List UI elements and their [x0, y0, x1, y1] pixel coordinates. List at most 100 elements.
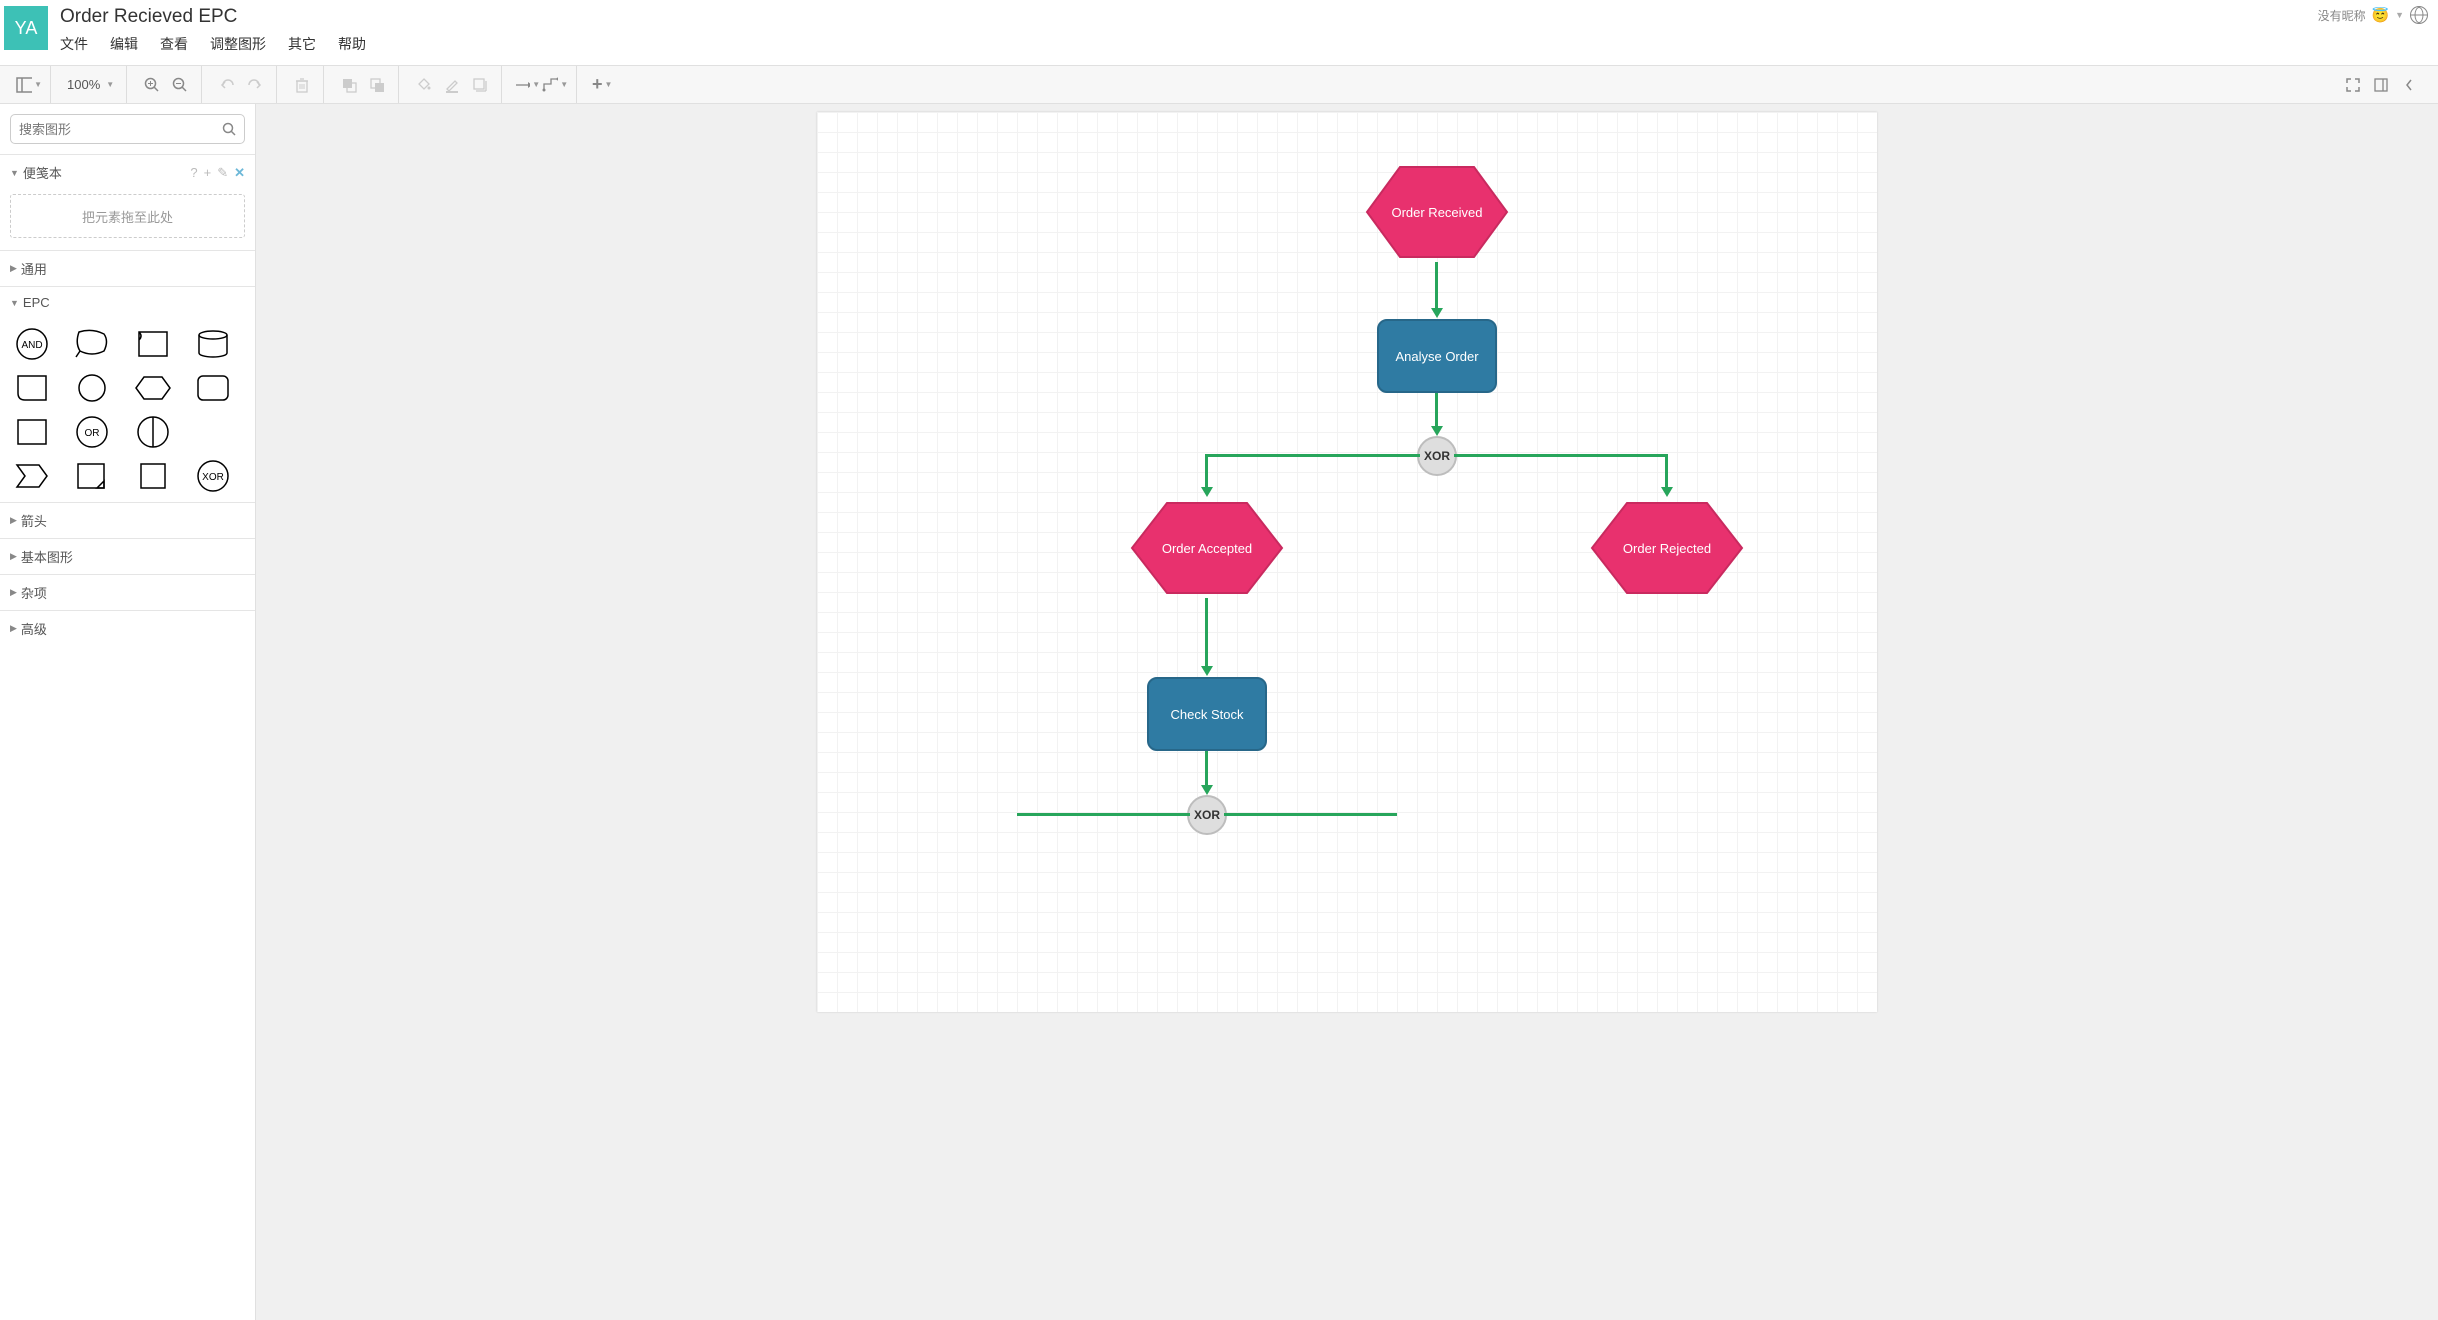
plus-icon[interactable]: +	[204, 165, 212, 181]
menu-help[interactable]: 帮助	[338, 34, 366, 54]
edge[interactable]	[1435, 393, 1438, 428]
chevron-right-icon: ▶	[10, 551, 17, 562]
toolbar-group-style	[403, 66, 502, 103]
toolbar-group-zoom-buttons	[131, 66, 202, 103]
node-analyse-order[interactable]: Analyse Order	[1377, 319, 1497, 393]
node-order-received-label: Order Received	[1362, 162, 1512, 262]
shape-xor-gate[interactable]: XOR	[193, 460, 233, 492]
epc-shape-grid: AND OR XOR	[0, 318, 255, 502]
chevron-right-icon: ▶	[10, 623, 17, 634]
panel-header-epc[interactable]: ▼ EPC	[0, 287, 255, 318]
panel-basic: ▶ 基本图形	[0, 538, 255, 574]
edge[interactable]	[1665, 454, 1668, 489]
scratchpad-dropzone[interactable]: 把元素拖至此处	[10, 194, 245, 238]
zoom-level[interactable]: 100%▼	[63, 77, 118, 92]
header-right: 没有昵称 😇 ▼	[2318, 6, 2428, 24]
chevron-down-icon: ▼	[10, 298, 19, 308]
edge[interactable]	[1454, 454, 1668, 457]
chevron-down-icon: ▼	[10, 168, 19, 178]
shape-and-gate[interactable]: AND	[12, 328, 52, 360]
node-xor-1[interactable]: XOR	[1417, 436, 1457, 476]
chevron-down-icon[interactable]: ▼	[2395, 10, 2404, 20]
shape-pentagon[interactable]	[12, 460, 52, 492]
shape-database[interactable]	[193, 328, 233, 360]
insert-button[interactable]: +▼	[589, 72, 615, 98]
line-color-button[interactable]	[439, 72, 465, 98]
nickname-label[interactable]: 没有昵称	[2318, 7, 2366, 24]
waypoint-style-button[interactable]: ▼	[542, 72, 568, 98]
panel-arrows: ▶ 箭头	[0, 502, 255, 538]
fill-color-button[interactable]	[411, 72, 437, 98]
zoom-in-button[interactable]	[139, 72, 165, 98]
to-front-button[interactable]	[336, 72, 362, 98]
arrow-head-icon	[1201, 487, 1213, 497]
menu-other[interactable]: 其它	[288, 34, 316, 54]
shape-hexagon[interactable]	[133, 372, 173, 404]
menu-view[interactable]: 查看	[160, 34, 188, 54]
menubar: 文件 编辑 查看 调整图形 其它 帮助	[60, 34, 2318, 60]
shape-document[interactable]	[133, 328, 173, 360]
panel-header-basic[interactable]: ▶ 基本图形	[0, 539, 255, 574]
app-body: ▼ 便笺本 ? + ✎ ✕ 把元素拖至此处 ▶ 通用 ▼ EPC	[0, 104, 2438, 1320]
zoom-out-button[interactable]	[167, 72, 193, 98]
node-check-stock[interactable]: Check Stock	[1147, 677, 1267, 751]
shape-half-circle[interactable]	[133, 416, 173, 448]
shape-circle[interactable]	[72, 372, 112, 404]
shadow-button[interactable]	[467, 72, 493, 98]
search-shapes-box[interactable]	[10, 114, 245, 144]
connection-style-button[interactable]: ▼	[514, 72, 540, 98]
sidebar-toggle-button[interactable]: ▼	[16, 72, 42, 98]
panel-general: ▶ 通用	[0, 250, 255, 286]
edge[interactable]	[1205, 454, 1208, 489]
sidebar: ▼ 便笺本 ? + ✎ ✕ 把元素拖至此处 ▶ 通用 ▼ EPC	[0, 104, 256, 1320]
edge[interactable]	[1205, 751, 1208, 787]
edge[interactable]	[1017, 813, 1190, 816]
search-input[interactable]	[19, 122, 222, 137]
pencil-icon[interactable]: ✎	[217, 165, 228, 181]
redo-button[interactable]	[242, 72, 268, 98]
menu-shape[interactable]: 调整图形	[210, 34, 266, 54]
shape-or-gate[interactable]: OR	[72, 416, 112, 448]
edge[interactable]	[1435, 262, 1438, 310]
close-icon[interactable]: ✕	[234, 165, 245, 181]
toolbar-group-connection: ▼ ▼	[506, 66, 577, 103]
shape-card[interactable]	[12, 372, 52, 404]
shape-annotation[interactable]	[72, 328, 112, 360]
shape-note[interactable]	[72, 460, 112, 492]
arrow-head-icon	[1201, 785, 1213, 795]
toolbar-group-right	[2332, 66, 2430, 103]
undo-button[interactable]	[214, 72, 240, 98]
panel-header-general[interactable]: ▶ 通用	[0, 251, 255, 286]
edge[interactable]	[1206, 454, 1420, 457]
to-back-button[interactable]	[364, 72, 390, 98]
fullscreen-button[interactable]	[2340, 72, 2366, 98]
panel-header-misc[interactable]: ▶ 杂项	[0, 575, 255, 610]
panel-header-scratchpad[interactable]: ▼ 便笺本 ? + ✎ ✕	[0, 155, 255, 190]
shape-square[interactable]	[133, 460, 173, 492]
chevron-right-icon: ▶	[10, 515, 17, 526]
shape-rounded-rect[interactable]	[193, 372, 233, 404]
format-panel-button[interactable]	[2368, 72, 2394, 98]
arrow-head-icon	[1201, 666, 1213, 676]
search-icon[interactable]	[222, 122, 236, 136]
globe-icon[interactable]	[2410, 6, 2428, 24]
toolbar-group-view: ▼	[8, 66, 51, 103]
svg-text:XOR: XOR	[202, 472, 224, 483]
panel-header-arrows[interactable]: ▶ 箭头	[0, 503, 255, 538]
arrow-head-icon	[1431, 426, 1443, 436]
menu-edit[interactable]: 编辑	[110, 34, 138, 54]
node-xor-2[interactable]: XOR	[1187, 795, 1227, 835]
edge[interactable]	[1224, 813, 1397, 816]
menu-file[interactable]: 文件	[60, 34, 88, 54]
app-header: YA Order Recieved EPC 文件 编辑 查看 调整图形 其它 帮…	[0, 0, 2438, 66]
document-title[interactable]: Order Recieved EPC	[60, 4, 2318, 34]
panel-scratchpad: ▼ 便笺本 ? + ✎ ✕ 把元素拖至此处	[0, 154, 255, 250]
diagram-canvas[interactable]: Order Received Analyse Order XOR Order A…	[817, 112, 1877, 1012]
canvas-container[interactable]: Order Received Analyse Order XOR Order A…	[256, 104, 2438, 1320]
delete-button[interactable]	[289, 72, 315, 98]
chevron-left-icon[interactable]	[2396, 72, 2422, 98]
help-icon[interactable]: ?	[190, 165, 197, 181]
shape-rect[interactable]	[12, 416, 52, 448]
edge[interactable]	[1205, 598, 1208, 668]
panel-header-advanced[interactable]: ▶ 高级	[0, 611, 255, 646]
